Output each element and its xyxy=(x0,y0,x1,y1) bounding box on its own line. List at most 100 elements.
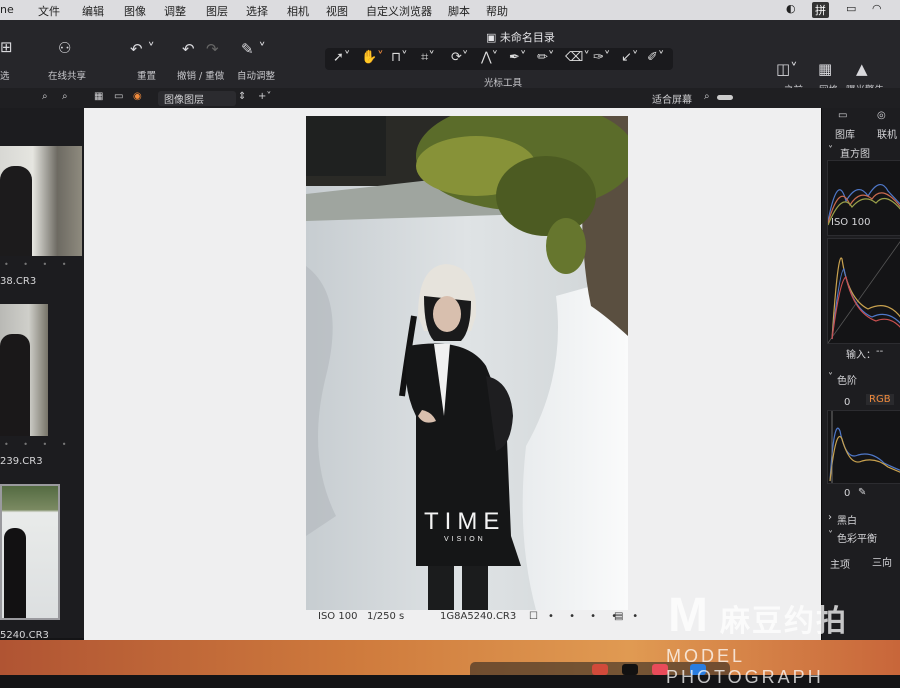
cursor-tools-label: 光标工具 xyxy=(484,78,523,89)
dock-app-icon[interactable] xyxy=(622,664,638,675)
stamp-tool-icon[interactable]: ⊓˅ xyxy=(391,50,408,65)
levels-low-value[interactable]: 0 xyxy=(844,397,850,408)
camera-tab-icon[interactable]: ◎ xyxy=(877,110,886,121)
levels-header[interactable]: 色阶 xyxy=(837,372,857,387)
magic-wand-icon[interactable]: ✎ ˅ xyxy=(241,40,266,58)
menu-adjust[interactable]: 调整 xyxy=(164,3,186,19)
levels-channel-select[interactable]: RGB xyxy=(866,394,894,405)
eraser-tool-icon[interactable]: ⌫˅ xyxy=(565,50,590,65)
undo-redo-label: 撤销 / 重做 xyxy=(177,71,225,82)
brand-logo-letter: M xyxy=(668,589,708,642)
library-tab-icon[interactable]: ▭ xyxy=(838,110,847,121)
zoom-slider[interactable] xyxy=(717,95,733,100)
share-label: 在线共享 xyxy=(48,71,87,82)
histogram-header[interactable]: 直方图 xyxy=(840,145,870,160)
dock-app-icon[interactable] xyxy=(592,664,608,675)
thumbnail-2[interactable] xyxy=(0,304,48,436)
menu-bar: ne 文件 编辑 图像 调整 图层 选择 相机 视图 自定义浏览器 脚本 帮助 … xyxy=(0,0,900,20)
zoom-icon[interactable]: ⌕ xyxy=(704,91,710,102)
eye-icon[interactable]: ◉ xyxy=(133,91,142,102)
menu-custom-browser[interactable]: 自定义浏览器 xyxy=(366,3,432,19)
rating-checkbox[interactable]: ☐ xyxy=(529,611,538,622)
grid-icon[interactable]: ▦ xyxy=(818,60,832,78)
input-method-indicator[interactable]: 拼 xyxy=(812,2,829,18)
updown-chevron-icon[interactable]: ⇕ xyxy=(238,91,246,102)
levels-output-value[interactable]: 0 xyxy=(844,488,850,499)
inspector-panel: ▭ ◎ 图库 联机 ˅ 直方图 ISO 100 输入： -- ˅ 色阶 0 RG… xyxy=(821,108,900,648)
reset-icon[interactable]: ↶ ˅ xyxy=(130,40,155,58)
chevron-down-icon[interactable]: ˅ xyxy=(828,372,833,383)
input-label: 输入： xyxy=(846,350,876,361)
bw-header[interactable]: 黑白 xyxy=(837,512,857,527)
warning-icon[interactable]: ▲ xyxy=(856,60,868,78)
menu-help[interactable]: 帮助 xyxy=(486,3,508,19)
main-toolbar: ▣ 未命名目录 ⊞ 选 ⚇ 在线共享 ↶ ˅ 重置 ↶ ↷ 撤销 / 重做 ✎ … xyxy=(0,20,900,96)
before-after-icon[interactable]: ◫˅ xyxy=(776,60,798,78)
share-icon[interactable]: ⚇ xyxy=(58,39,71,57)
wifi-icon[interactable]: ◠ xyxy=(872,2,882,15)
hand-tool-icon[interactable]: ✋˅ xyxy=(361,50,384,65)
chevron-down-icon[interactable]: ˅ xyxy=(828,145,833,156)
single-view-icon[interactable]: ▭ xyxy=(114,91,123,102)
meta-shutter: 1/250 s xyxy=(367,611,405,622)
pen-tool-icon[interactable]: ✑˅ xyxy=(593,50,610,65)
curves-graph[interactable] xyxy=(827,238,900,344)
brand-text-en: MODEL PHOTOGRAPH xyxy=(666,646,824,687)
eyedropper-icon[interactable]: ✎ xyxy=(858,487,866,498)
chevron-down-icon[interactable]: ˅ xyxy=(828,530,833,541)
display-icon[interactable]: ▭ xyxy=(846,2,856,15)
pointer-tool-icon[interactable]: ➚˅ xyxy=(333,50,350,65)
select-icon[interactable]: ⊞ xyxy=(0,38,13,56)
layer-select[interactable]: 图像图层 xyxy=(158,91,236,106)
menu-view[interactable]: 视图 xyxy=(326,3,348,19)
filter-icon[interactable]: ⌕ xyxy=(62,91,68,102)
crop-tool-icon[interactable]: ⌗˅ xyxy=(421,50,435,65)
redo-icon[interactable]: ↷ xyxy=(206,40,219,58)
color-balance-header[interactable]: 色彩平衡 xyxy=(837,530,877,545)
brush-tool-icon[interactable]: ✏˅ xyxy=(537,50,554,65)
status-icon[interactable]: ◐ xyxy=(786,2,796,15)
thumbnail-3-selected[interactable] xyxy=(0,484,60,620)
keystone-tool-icon[interactable]: ⋀˅ xyxy=(481,50,498,65)
color-balance-three-way-tab[interactable]: 三向 xyxy=(872,554,892,569)
levels-graph[interactable] xyxy=(827,410,900,484)
document-icon: ▣ xyxy=(486,31,497,44)
histogram-iso: ISO 100 xyxy=(831,217,871,228)
menu-file[interactable]: 文件 xyxy=(38,3,60,19)
fit-screen-select[interactable]: 适合屏幕 xyxy=(652,91,692,106)
menu-script[interactable]: 脚本 xyxy=(448,3,470,19)
undo-icon[interactable]: ↶ xyxy=(182,40,195,58)
rating-dots[interactable]: • • • • • xyxy=(548,611,644,622)
menu-layer[interactable]: 图层 xyxy=(206,3,228,19)
image-viewer[interactable]: TIME VISION ISO 100 1/250 s 1G8A5240.CR3… xyxy=(84,108,821,640)
cursor-tool-strip: ➚˅ ✋˅ ⊓˅ ⌗˅ ⟳˅ ⋀˅ ✒˅ ✏˅ ⌫˅ ✑˅ ↙˅ ✐˅ xyxy=(325,48,673,70)
search-icon[interactable]: ⌕ xyxy=(42,91,48,102)
input-value: -- xyxy=(876,346,884,357)
viewer-subbar: ⌕ ⌕ ▦ ▭ ◉ 图像图层 ⇕ +˅ 适合屏幕 ⌕ xyxy=(0,88,900,109)
pipette-tool-icon[interactable]: ✒˅ xyxy=(509,50,526,65)
menu-select[interactable]: 选择 xyxy=(246,3,268,19)
grid-view-icon[interactable]: ▦ xyxy=(94,91,103,102)
tab-tether[interactable]: 联机 xyxy=(877,126,897,141)
menu-camera[interactable]: 相机 xyxy=(287,3,309,19)
menu-image[interactable]: 图像 xyxy=(124,3,146,19)
info-icon[interactable]: ▤ xyxy=(614,611,623,622)
thumbnail-1[interactable] xyxy=(0,146,82,256)
thumbnail-figure xyxy=(0,166,32,256)
thumbnail-figure xyxy=(0,334,30,436)
menu-app[interactable]: ne xyxy=(0,3,14,16)
color-balance-master-tab[interactable]: 主项 xyxy=(830,556,850,571)
annotate-tool-icon[interactable]: ✐˅ xyxy=(647,50,664,65)
auto-adjust-label: 自动调整 xyxy=(237,71,276,82)
menu-edit[interactable]: 编辑 xyxy=(82,3,104,19)
brand-text-cn: 麻豆约拍 xyxy=(720,604,848,639)
main-photo[interactable]: TIME VISION xyxy=(306,116,628,610)
add-layer-icon[interactable]: +˅ xyxy=(258,91,271,102)
reset-label: 重置 xyxy=(137,71,157,82)
curves-plot xyxy=(827,241,900,344)
rotate-tool-icon[interactable]: ⟳˅ xyxy=(451,50,468,65)
tab-library[interactable]: 图库 xyxy=(835,126,855,141)
select-label: 选 xyxy=(0,71,10,82)
arrow-tool-icon[interactable]: ↙˅ xyxy=(621,50,638,65)
chevron-right-icon[interactable]: › xyxy=(828,512,832,523)
